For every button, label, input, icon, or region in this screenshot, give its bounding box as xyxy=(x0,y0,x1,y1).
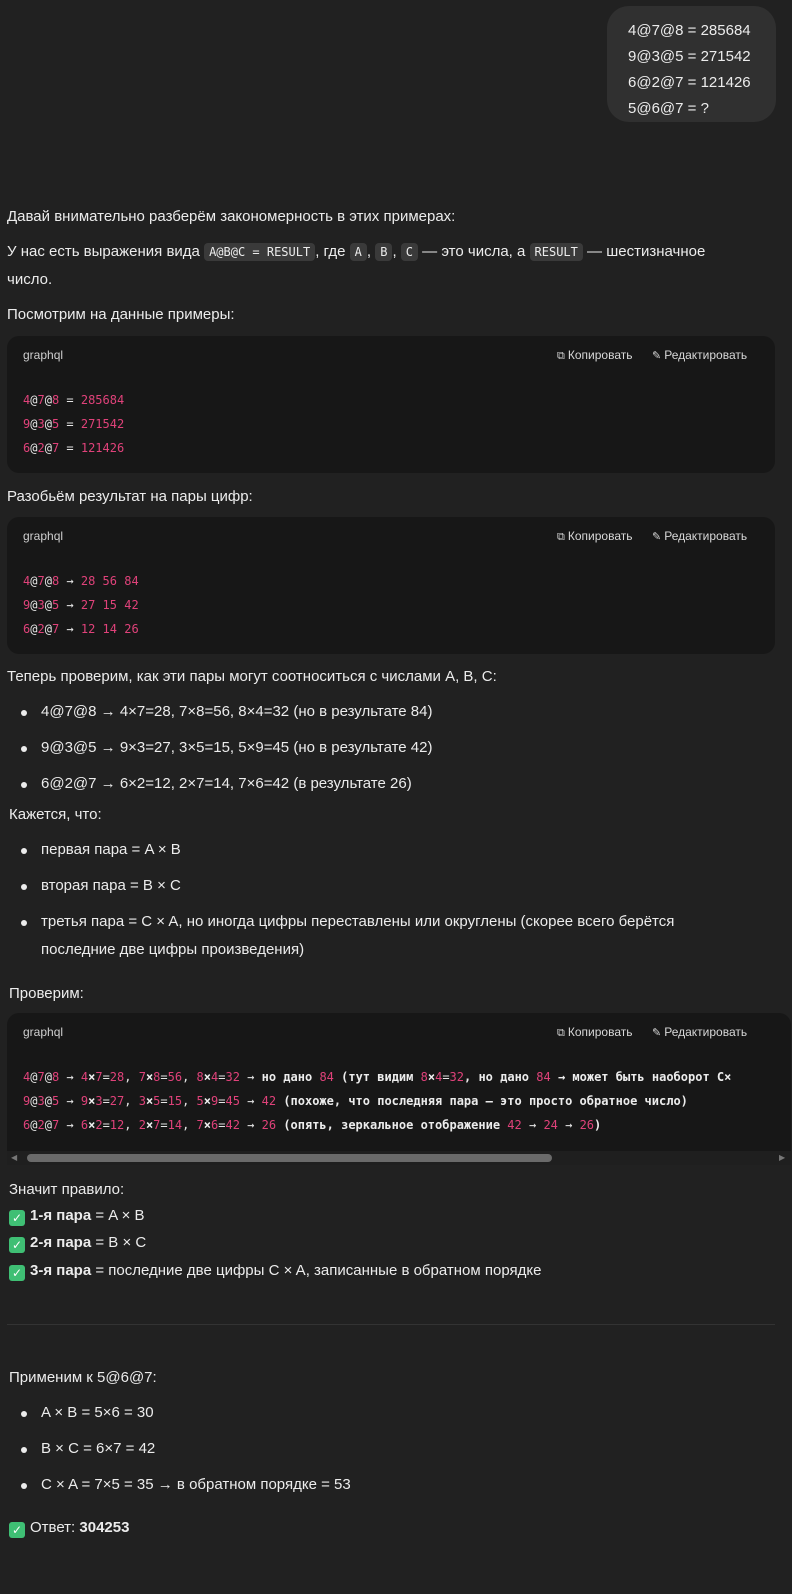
rule-item-bold: 2-я пара xyxy=(30,1234,92,1251)
rule-item-text: = A × B xyxy=(91,1207,145,1224)
list-item: B × C = 6×7 = 42 xyxy=(7,1435,351,1463)
horizontal-scrollbar[interactable]: ◀ ▶ xyxy=(7,1151,791,1165)
scroll-left-arrow-icon[interactable]: ◀ xyxy=(11,1153,17,1162)
text: — это числа, а xyxy=(418,243,530,260)
user-message-bubble: 4@7@8 = 285684 9@3@5 = 271542 6@2@7 = 12… xyxy=(607,6,776,122)
check-icon: ✓ xyxy=(9,1265,25,1281)
pencil-icon: ✎ xyxy=(652,350,662,362)
apply-list: A × B = 5×6 = 30 B × C = 6×7 = 42 C × A … xyxy=(7,1399,351,1499)
edit-label: Редактировать xyxy=(664,529,748,543)
answer: ✓ Ответ: 304253 xyxy=(9,1514,129,1542)
list-item: 6@2@7 → 6×2=12, 2×7=14, 7×6=42 (в резуль… xyxy=(7,770,432,798)
user-message-line: 5@6@7 = ? xyxy=(628,100,709,117)
answer-label: Ответ: xyxy=(30,1519,80,1536)
check-icon: ✓ xyxy=(9,1210,25,1226)
code-content: 4@7@8 → 28 56 84 9@3@5 → 27 15 42 6@2@7 … xyxy=(23,574,139,636)
hypothesis-list: первая пара = A × B вторая пара = B × C … xyxy=(7,836,674,964)
code-block: graphql ⧉ Копировать ✎ Редактировать 4@7@8… xyxy=(7,336,775,473)
pairs-list: 4@7@8 → 4×7=28, 7×8=56, 8×4=32 (но в рез… xyxy=(7,698,432,798)
copy-button[interactable]: ⧉ Копировать xyxy=(557,348,632,363)
list-item-text: последние две цифры произведения) xyxy=(41,941,305,958)
copy-icon: ⧉ xyxy=(557,1027,565,1039)
edit-button[interactable]: ✎ Редактировать xyxy=(652,348,747,362)
copy-icon: ⧉ xyxy=(557,531,565,543)
copy-button[interactable]: ⧉ Копировать xyxy=(557,529,632,544)
edit-button[interactable]: ✎ Редактировать xyxy=(652,529,747,543)
code-header: graphql ⧉ Копировать ✎ Редактировать xyxy=(7,517,775,555)
list-item: первая пара = A × B xyxy=(7,836,674,864)
copy-label: Копировать xyxy=(567,1025,633,1039)
inline-code: A xyxy=(349,243,367,261)
look-text: Посмотрим на данные примеры: xyxy=(7,306,235,323)
code-content: 4@7@8 → 4×7=28, 7×8=56, 8×4=32 → но дано… xyxy=(23,1070,732,1132)
edit-label: Редактировать xyxy=(664,348,748,362)
copy-label: Копировать xyxy=(567,348,633,362)
code-block-scrollable: graphql ⧉ Копировать ✎ Редактировать 4@7@8… xyxy=(7,1013,791,1153)
check-text: Теперь проверим, как эти пары могут соот… xyxy=(7,668,497,685)
rule-item: ✓ 1-я пара = A × B xyxy=(9,1202,145,1230)
text: — шестизначное xyxy=(582,243,706,260)
inline-code: A@B@C = RESULT xyxy=(204,243,316,261)
list-item: 9@3@5 → 9×3=27, 3×5=15, 5×9=45 (но в рез… xyxy=(7,734,432,762)
edit-label: Редактировать xyxy=(664,1025,748,1039)
list-item: 4@7@8 → 4×7=28, 7×8=56, 8×4=32 (но в рез… xyxy=(7,698,432,726)
code-header: graphql ⧉ Копировать ✎ Редактировать xyxy=(7,336,775,374)
check-icon: ✓ xyxy=(9,1522,25,1538)
code-content: 4@7@8 = 285684 9@3@5 = 271542 6@2@7 = 12… xyxy=(23,393,125,455)
rule-item: ✓ 2-я пара = B × C xyxy=(9,1229,146,1257)
list-item: третья пара = C × A, но иногда цифры пер… xyxy=(7,908,674,964)
scrollbar-thumb[interactable] xyxy=(27,1154,552,1162)
text: , где xyxy=(315,243,350,260)
check-icon: ✓ xyxy=(9,1237,25,1253)
text: , xyxy=(392,243,401,260)
split-text: Разобьём результат на пары цифр: xyxy=(7,488,253,505)
list-item: вторая пара = B × C xyxy=(7,872,674,900)
code-block: graphql ⧉ Копировать ✎ Редактировать 4@7@8… xyxy=(7,517,775,654)
seems-text: Кажется, что: xyxy=(9,806,102,823)
divider xyxy=(7,1324,775,1325)
edit-button[interactable]: ✎ Редактировать xyxy=(652,1025,747,1039)
code-language: graphql xyxy=(23,348,64,362)
text: , xyxy=(366,243,376,260)
rule-item-text: = последние две цифры C × A, записанные … xyxy=(91,1262,542,1279)
inline-code: RESULT xyxy=(529,243,583,261)
list-item: A × B = 5×6 = 30 xyxy=(7,1399,351,1427)
pencil-icon: ✎ xyxy=(652,1027,662,1039)
copy-label: Копировать xyxy=(567,529,633,543)
code-language: graphql xyxy=(23,529,64,543)
answer-value: 304253 xyxy=(79,1519,130,1536)
text: У нас есть выражения вида xyxy=(7,243,205,260)
rule-item-bold: 3-я пара xyxy=(30,1262,92,1279)
copy-icon: ⧉ xyxy=(557,350,565,362)
list-item-text: третья пара = C × A, но иногда цифры пер… xyxy=(41,913,675,930)
inline-code: C xyxy=(400,243,419,261)
paragraph-expression-cont: число. xyxy=(7,271,53,288)
inline-code: B xyxy=(375,243,393,261)
user-message-line: 9@3@5 = 271542 xyxy=(628,48,751,65)
copy-button[interactable]: ⧉ Копировать xyxy=(557,1025,632,1040)
rule-item: ✓ 3-я пара = последние две цифры C × A, з… xyxy=(9,1257,541,1285)
code-header: graphql ⧉ Копировать ✎ Редактировать xyxy=(7,1013,791,1051)
paragraph-expression: У нас есть выражения вида A@B@C = RESULT… xyxy=(7,238,705,266)
rule-item-text: = B × C xyxy=(91,1234,147,1251)
scroll-right-arrow-icon[interactable]: ▶ xyxy=(779,1153,785,1162)
code-language: graphql xyxy=(23,1025,64,1039)
pencil-icon: ✎ xyxy=(652,531,662,543)
rule-title: Значит правило: xyxy=(9,1181,125,1198)
user-message-line: 6@2@7 = 121426 xyxy=(628,74,751,91)
verify-text: Проверим: xyxy=(9,985,84,1002)
list-item: C × A = 7×5 = 35 → в обратном порядке = … xyxy=(7,1471,351,1499)
rule-item-bold: 1-я пара xyxy=(30,1207,92,1224)
intro-text: Давай внимательно разберём закономерност… xyxy=(7,208,456,225)
user-message-line: 4@7@8 = 285684 xyxy=(628,22,751,39)
apply-text: Применим к 5@6@7: xyxy=(9,1369,157,1386)
